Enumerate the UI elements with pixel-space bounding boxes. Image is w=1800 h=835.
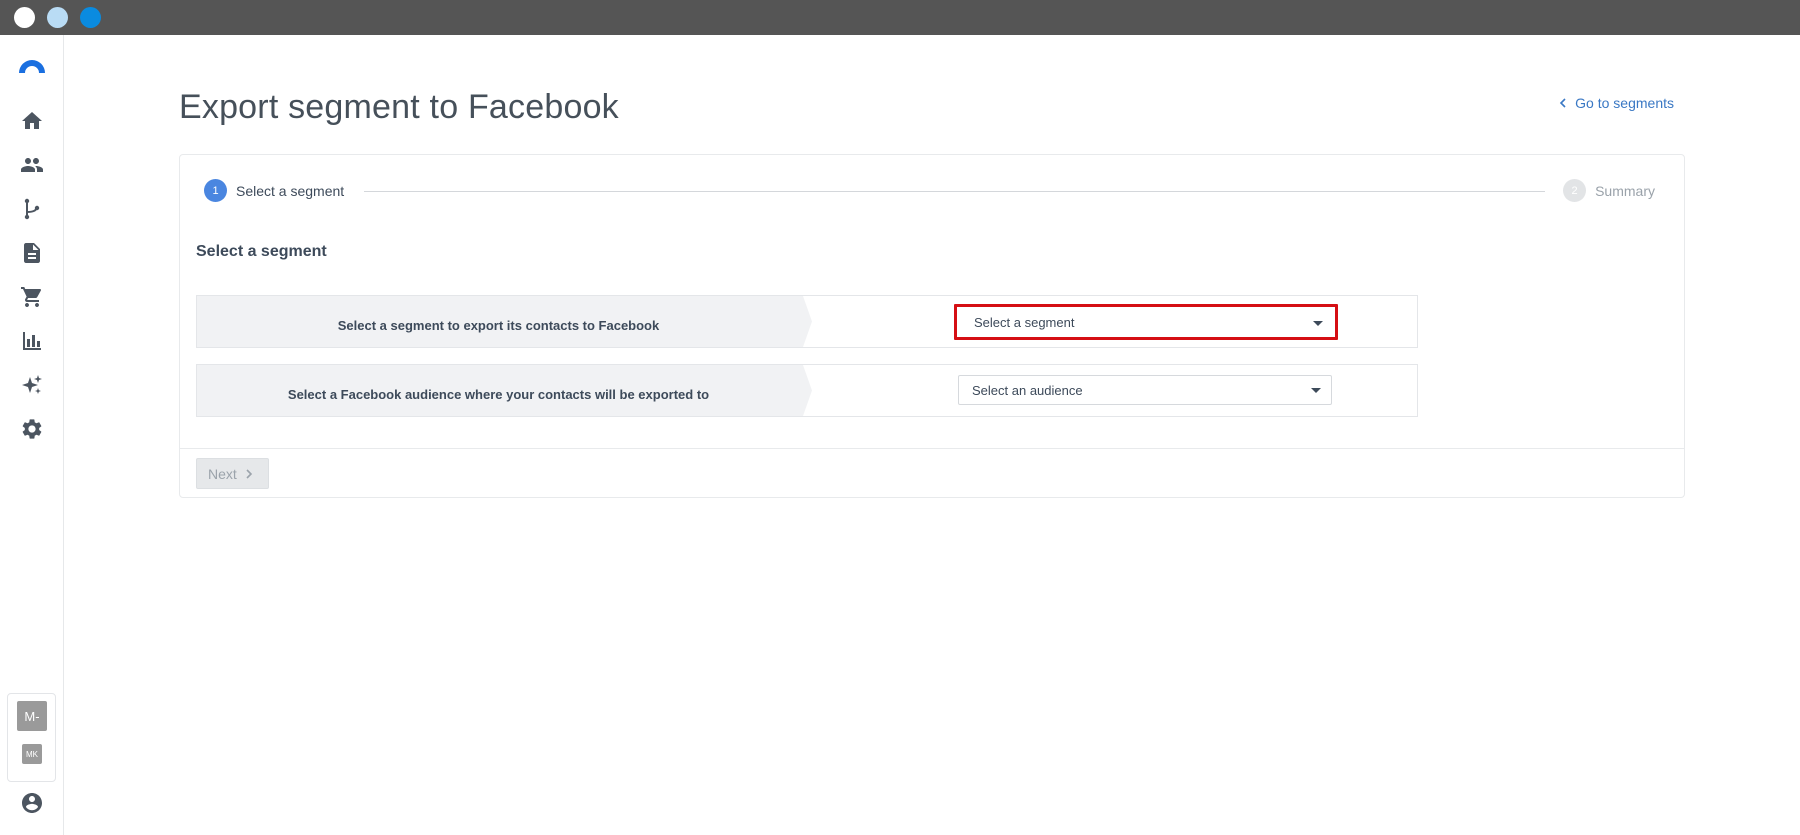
step-summary: 2 Summary [1553, 179, 1655, 202]
step-label: Summary [1595, 182, 1655, 199]
go-to-segments-label: Go to segments [1575, 95, 1674, 111]
go-to-segments-link[interactable]: Go to segments [1559, 95, 1674, 111]
next-button[interactable]: Next [196, 458, 269, 489]
sparkle-icon[interactable] [16, 369, 48, 401]
audience-select-value: Select an audience [972, 382, 1083, 398]
user-profile-icon[interactable] [16, 787, 48, 819]
next-button-label: Next [208, 465, 237, 482]
wizard-stepper: 1 Select a segment 2 Summary [204, 179, 1655, 204]
chevron-left-icon [1560, 98, 1566, 108]
segment-select[interactable]: Select a segment [954, 304, 1338, 340]
window-titlebar [0, 0, 1800, 35]
segment-row: Select a segment to export its contacts … [196, 295, 1418, 348]
flow-icon[interactable] [16, 193, 48, 225]
step-select-segment: 1 Select a segment [204, 179, 355, 202]
window-maximize-button[interactable] [80, 7, 101, 28]
footer-divider [180, 448, 1684, 449]
window-close-button[interactable] [14, 7, 35, 28]
window-minimize-button[interactable] [47, 7, 68, 28]
home-icon[interactable] [16, 105, 48, 137]
section-title: Select a segment [196, 243, 327, 260]
step-number: 2 [1563, 179, 1587, 202]
page-title: Export segment to Facebook [179, 88, 619, 126]
account-avatar[interactable]: M- [17, 701, 47, 731]
app-logo-icon[interactable] [16, 51, 48, 83]
cart-icon[interactable] [16, 281, 48, 313]
subaccount-avatar[interactable]: MK [22, 744, 42, 764]
segment-row-label: Select a segment to export its contacts … [197, 296, 812, 347]
people-icon[interactable] [16, 149, 48, 181]
caret-down-icon [1313, 321, 1323, 326]
step-label: Select a segment [236, 182, 345, 199]
audience-row-label: Select a Facebook audience where your co… [197, 365, 812, 416]
account-switcher[interactable]: M- MK [7, 693, 56, 782]
bar-chart-icon[interactable] [16, 325, 48, 357]
sidebar: M- MK [0, 35, 64, 835]
segment-select-value: Select a segment [974, 314, 1075, 330]
audience-row: Select a Facebook audience where your co… [196, 364, 1418, 417]
chevron-right-icon [246, 468, 252, 479]
document-icon[interactable] [16, 237, 48, 269]
stepper-connector [364, 191, 1545, 192]
gear-icon[interactable] [16, 413, 48, 445]
export-wizard-card: 1 Select a segment 2 Summary Select a se… [179, 154, 1685, 498]
caret-down-icon [1311, 388, 1321, 393]
step-number: 1 [204, 179, 227, 202]
audience-select[interactable]: Select an audience [958, 375, 1332, 405]
